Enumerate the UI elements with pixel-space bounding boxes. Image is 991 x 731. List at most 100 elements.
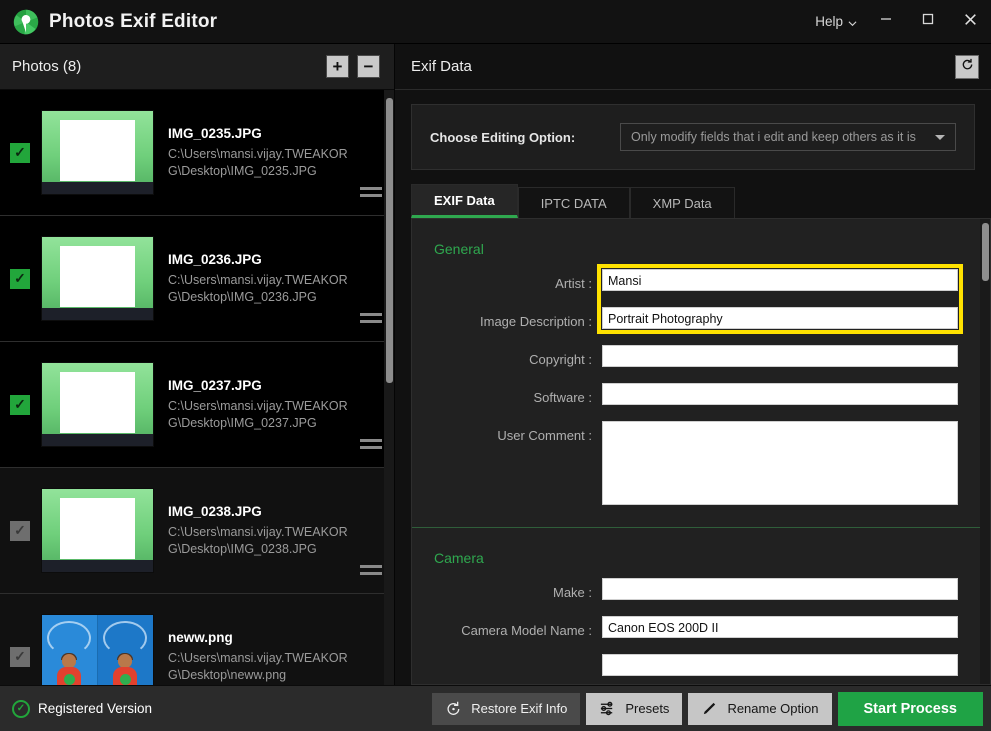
photo-checkbox[interactable]: ✓	[10, 142, 30, 163]
field-input[interactable]	[602, 383, 958, 405]
photo-list-item[interactable]: ✓ IMG_0237.JPG C:\Users\mansi.vijay.TWEAKO…	[0, 342, 394, 468]
photo-options-menu-icon[interactable]	[360, 187, 382, 201]
photo-thumbnail	[41, 236, 154, 321]
field-label: Software :	[533, 390, 592, 405]
help-menu-button[interactable]: Help	[807, 10, 865, 33]
add-photos-button[interactable]: +	[326, 55, 349, 78]
restore-exif-info-label: Restore Exif Info	[471, 701, 568, 716]
photo-meta: IMG_0236.JPG C:\Users\mansi.vijay.TWEAKOR…	[168, 252, 360, 306]
photo-checkbox[interactable]: ✓	[10, 646, 30, 667]
close-button[interactable]	[949, 0, 991, 44]
maximize-icon	[921, 12, 935, 31]
photo-list-item[interactable]: ✓ IMG_0238.JPG C:\Users\mansi.vijay.TWEAKO…	[0, 468, 394, 594]
field-input[interactable]: Portrait Photography	[602, 307, 958, 329]
field-group: Artist : Mansi Image Description : Portrait…	[412, 264, 980, 505]
photo-list-item[interactable]: ✓ IMG_0235.JPG C:\Users\mansi.vijay.TWEAKO…	[0, 90, 394, 216]
photo-list-item[interactable]: ✓ neww.png C:\Users\mansi.vijay.TWEAKORG\D…	[0, 594, 394, 685]
photo-list-item[interactable]: ✓ IMG_0236.JPG C:\Users\mansi.vijay.TWEAKO…	[0, 216, 394, 342]
photos-panel-header: Photos (8) + −	[0, 44, 394, 90]
reset-arrow-icon	[960, 57, 975, 77]
rename-option-button[interactable]: Rename Option	[688, 692, 832, 725]
title-bar: Photos Exif Editor Help	[0, 0, 991, 44]
field-row: Copyright :	[412, 345, 980, 371]
photo-options-menu-icon[interactable]	[360, 313, 382, 327]
remove-photos-button[interactable]: −	[357, 55, 380, 78]
close-icon	[963, 12, 978, 32]
field-label: Make :	[552, 585, 592, 600]
registered-version-status: ✓ Registered Version	[12, 699, 152, 718]
field-input[interactable]: Mansi	[602, 269, 958, 291]
field-row: User Comment :	[412, 421, 980, 505]
field-label: Copyright :	[529, 352, 592, 367]
photo-meta: IMG_0237.JPG C:\Users\mansi.vijay.TWEAKOR…	[168, 378, 360, 432]
photo-file-name: IMG_0236.JPG	[168, 251, 262, 267]
presets-button[interactable]: Presets	[586, 692, 683, 725]
restore-clock-icon	[445, 700, 462, 717]
field-row: Make :	[412, 578, 980, 604]
photo-options-menu-icon[interactable]	[360, 439, 382, 453]
editing-option-value: Only modify fields that i edit and keep …	[631, 130, 916, 144]
photo-checkbox[interactable]: ✓	[10, 268, 30, 289]
photo-meta: IMG_0238.JPG C:\Users\mansi.vijay.TWEAKOR…	[168, 504, 360, 558]
field-row: Software :	[412, 383, 980, 409]
photo-options-menu-icon[interactable]	[360, 565, 382, 579]
field-row	[412, 654, 980, 676]
tab-iptc-data[interactable]: IPTC DATA	[517, 187, 630, 218]
field-label: Image Description :	[480, 314, 592, 329]
photo-thumbnail	[41, 362, 154, 447]
app-window: Photos Exif Editor Help Photos (8) + − ✓…	[0, 0, 991, 731]
photos-panel-title: Photos (8)	[12, 58, 82, 75]
exif-fields-scrollbar[interactable]	[980, 219, 990, 684]
photo-meta: IMG_0235.JPG C:\Users\mansi.vijay.TWEAKOR…	[168, 126, 360, 180]
rename-option-label: Rename Option	[727, 701, 819, 716]
field-input[interactable]	[602, 578, 958, 600]
field-label: Camera Model Name :	[461, 623, 592, 638]
photos-panel: Photos (8) + − ✓ IMG_0235.JPG C:\Users\man…	[0, 44, 395, 685]
field-input[interactable]	[602, 345, 958, 367]
field-input[interactable]	[602, 654, 958, 676]
tab-exif-data[interactable]: EXIF Data	[411, 184, 518, 218]
field-label	[412, 654, 602, 658]
pencil-icon	[701, 700, 718, 717]
photo-thumbnail	[41, 488, 154, 573]
chevron-down-icon	[935, 134, 945, 140]
photo-thumbnail	[41, 110, 154, 195]
field-input[interactable]: Canon EOS 200D II	[602, 616, 958, 638]
photo-list-scrollbar[interactable]	[384, 90, 394, 685]
exif-fields-scrollbar-thumb[interactable]	[982, 223, 989, 281]
exif-panel: Exif Data Choose Editing Option: Only mo…	[395, 44, 991, 685]
minimize-icon	[879, 12, 893, 31]
photo-list[interactable]: ✓ IMG_0235.JPG C:\Users\mansi.vijay.TWEAKO…	[0, 90, 394, 685]
exif-fields-scroll[interactable]: General Artist : Mansi Image Description : P…	[412, 219, 980, 684]
section-title-camera: Camera	[434, 550, 484, 566]
start-process-button[interactable]: Start Process	[837, 691, 983, 726]
editing-option-select[interactable]: Only modify fields that i edit and keep …	[620, 123, 956, 151]
photo-file-name: IMG_0238.JPG	[168, 503, 262, 519]
field-label: User Comment :	[497, 428, 592, 443]
photo-file-path: C:\Users\mansi.vijay.TWEAKORG\Desktop\ne…	[168, 650, 348, 682]
reset-exif-button[interactable]	[955, 54, 979, 79]
tab-xmp-data[interactable]: XMP Data	[629, 187, 735, 218]
editing-option-box: Choose Editing Option: Only modify field…	[411, 104, 975, 170]
photo-file-name: neww.png	[168, 629, 233, 645]
editing-option-label: Choose Editing Option:	[430, 129, 576, 145]
exif-panel-title: Exif Data	[411, 58, 472, 75]
photo-checkbox[interactable]: ✓	[10, 394, 30, 415]
app-title: Photos Exif Editor	[49, 10, 218, 32]
exif-fields-area: General Artist : Mansi Image Description : P…	[411, 218, 991, 685]
section-title-general: General	[434, 241, 484, 257]
photo-list-scrollbar-thumb[interactable]	[386, 98, 393, 383]
field-input[interactable]	[602, 421, 958, 505]
photo-file-path: C:\Users\mansi.vijay.TWEAKORG\Desktop\IM…	[168, 146, 348, 178]
maximize-button[interactable]	[907, 0, 949, 44]
field-row: Image Description : Portrait Photography	[412, 307, 980, 333]
photo-file-path: C:\Users\mansi.vijay.TWEAKORG\Desktop\IM…	[168, 272, 348, 304]
exif-tabs: EXIF Data IPTC DATA XMP Data	[395, 170, 991, 218]
restore-exif-info-button[interactable]: Restore Exif Info	[432, 692, 581, 725]
photo-checkbox[interactable]: ✓	[10, 520, 30, 541]
presets-label: Presets	[625, 701, 670, 716]
field-label: Artist :	[555, 276, 592, 291]
aperture-logo-icon	[12, 8, 40, 36]
minimize-button[interactable]	[865, 0, 907, 44]
start-process-label: Start Process	[863, 700, 958, 717]
